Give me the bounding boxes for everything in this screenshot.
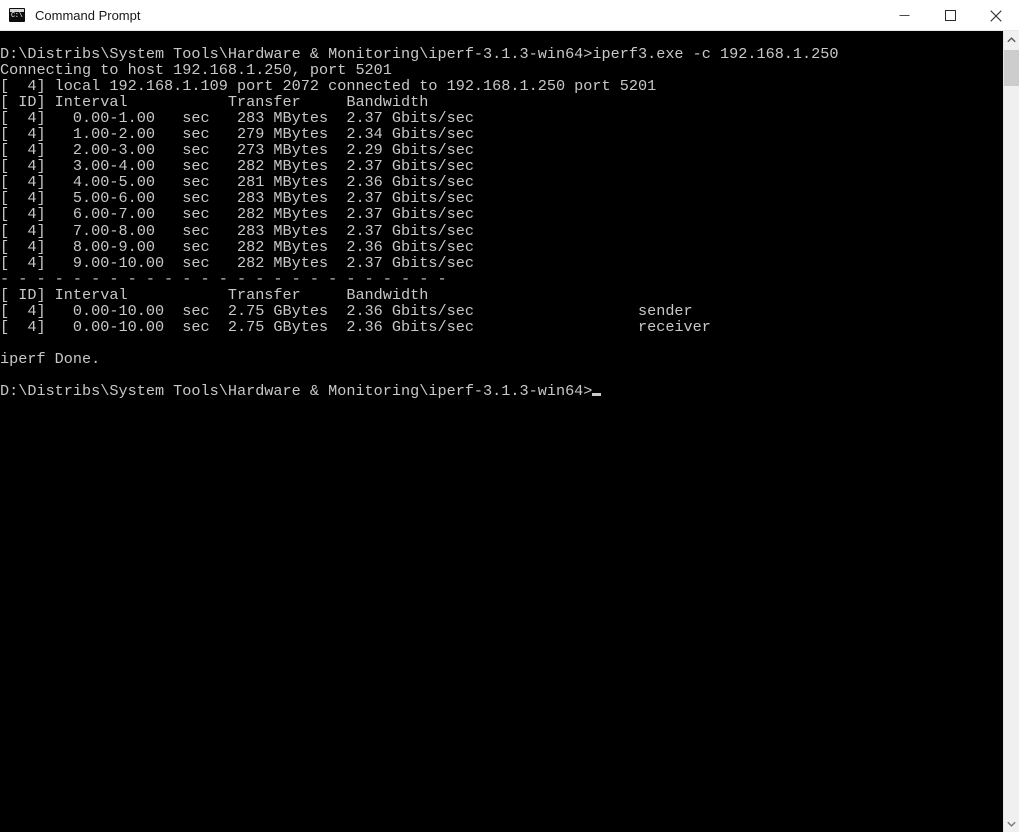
- command-prompt-window: C:\ Command Prompt D:\Distribs\System To…: [0, 0, 1019, 832]
- scroll-down-button[interactable]: [1004, 815, 1019, 832]
- console-line: [ 4] 2.00-3.00 sec 273 MBytes 2.29 Gbits…: [0, 141, 474, 160]
- console-line: [ 4] 1.00-2.00 sec 279 MBytes 2.34 Gbits…: [0, 125, 474, 144]
- console-line: D:\Distribs\System Tools\Hardware & Moni…: [0, 383, 839, 399]
- console-line: [ 4] 3.00-4.00 sec 282 MBytes 2.37 Gbits…: [0, 157, 474, 176]
- chevron-up-icon: [1007, 36, 1016, 42]
- title-bar[interactable]: C:\ Command Prompt: [0, 0, 1019, 31]
- scrollbar-track[interactable]: [1004, 48, 1019, 815]
- close-button[interactable]: [973, 0, 1019, 31]
- console-line: [ 4] 0.00-10.00 sec 2.75 GBytes 2.36 Gbi…: [0, 317, 711, 336]
- maximize-icon: [944, 10, 956, 21]
- minimize-button[interactable]: [881, 0, 927, 31]
- console-line: [ 4] 5.00-6.00 sec 283 MBytes 2.37 Gbits…: [0, 189, 474, 208]
- console-line: [ 4] 8.00-9.00 sec 282 MBytes 2.36 Gbits…: [0, 237, 474, 256]
- chevron-down-icon: [1007, 821, 1016, 827]
- console-line: [ ID] Interval Transfer Bandwidth: [0, 285, 429, 304]
- console-line: [ 4] local 192.168.1.109 port 2072 conne…: [0, 77, 657, 96]
- console-line: Connecting to host 192.168.1.250, port 5…: [0, 61, 392, 80]
- window-controls: [881, 0, 1019, 31]
- minimize-icon: [899, 15, 909, 16]
- close-icon: [990, 9, 1002, 22]
- console-scrollbar[interactable]: [1003, 31, 1019, 832]
- console-line: - - - - - - - - - - - - - - - - - - - - …: [0, 269, 447, 288]
- command-prompt-icon: C:\: [9, 8, 25, 22]
- console-line: [ 4] 6.00-7.00 sec 282 MBytes 2.37 Gbits…: [0, 205, 474, 224]
- icon-prompt-glyph: C:\: [11, 12, 23, 20]
- scroll-up-button[interactable]: [1004, 31, 1019, 48]
- console-output-area[interactable]: D:\Distribs\System Tools\Hardware & Moni…: [0, 31, 1003, 832]
- console-line: [ 4] 4.00-5.00 sec 281 MBytes 2.36 Gbits…: [0, 173, 474, 192]
- console-line: D:\Distribs\System Tools\Hardware & Moni…: [0, 45, 839, 63]
- console-text: D:\Distribs\System Tools\Hardware & Moni…: [0, 46, 839, 399]
- console-line: [ 4] 0.00-10.00 sec 2.75 GBytes 2.36 Gbi…: [0, 301, 693, 320]
- console-line: [ 4] 0.00-1.00 sec 283 MBytes 2.37 Gbits…: [0, 109, 474, 128]
- console-line: iperf Done.: [0, 349, 101, 368]
- maximize-button[interactable]: [927, 0, 973, 31]
- text-cursor: [592, 392, 602, 396]
- console-line: [ 4] 7.00-8.00 sec 283 MBytes 2.37 Gbits…: [0, 221, 474, 240]
- scrollbar-thumb[interactable]: [1004, 50, 1019, 86]
- console-line: [ 4] 9.00-10.00 sec 282 MBytes 2.37 Gbit…: [0, 253, 474, 272]
- console-line: [ ID] Interval Transfer Bandwidth: [0, 93, 429, 112]
- window-title: Command Prompt: [35, 7, 141, 23]
